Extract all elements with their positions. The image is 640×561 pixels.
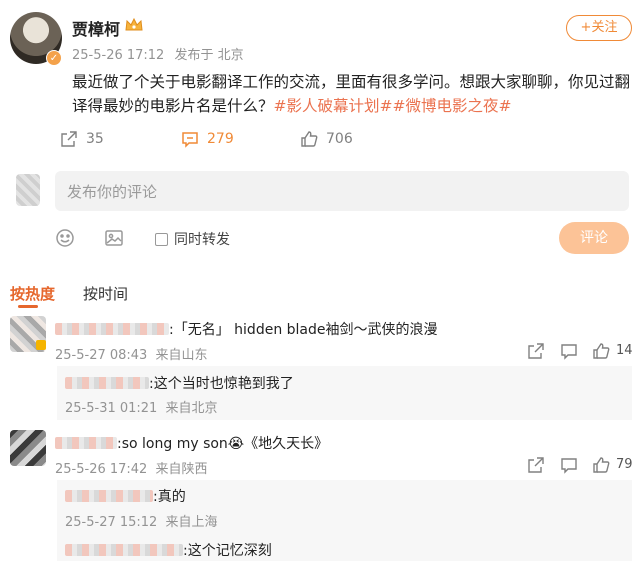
comment-line: :so long my son😭《地久天长》 — [55, 433, 328, 453]
submit-comment-button[interactable]: 评论 — [559, 222, 629, 254]
commenter-name[interactable] — [55, 437, 117, 449]
reply-line: :这个记忆深刻 — [65, 540, 272, 560]
comment-text: :「无名」 hidden blade袖剑～武侠的浪漫 — [169, 322, 438, 338]
my-avatar — [16, 174, 40, 206]
member-badge-icon — [36, 340, 46, 350]
author-name[interactable]: 贾樟柯 — [72, 16, 120, 40]
comment-icon — [182, 132, 198, 148]
post-text: 最近做了个关于电影翻译工作的交流，里面有很多学问。想跟大家聊聊，你见过翻译得最妙… — [72, 70, 632, 118]
repost-checkbox[interactable]: 同时转发 — [155, 229, 230, 249]
like-count: 706 — [326, 131, 353, 147]
verified-badge-icon: ✓ — [46, 50, 62, 66]
reply-meta: 25-5-27 15:12 来自上海 — [65, 511, 218, 530]
reply-line: :真的 — [65, 486, 186, 506]
reply-meta: 25-5-31 01:21 来自北京 — [65, 397, 218, 416]
comment-actions: 79 — [527, 456, 633, 474]
comment-location: 来自山东 — [155, 348, 208, 363]
reply-line: :这个当时也惊艳到我了 — [65, 373, 294, 393]
reply-text: :这个记忆深刻 — [183, 543, 272, 559]
repost-count: 35 — [86, 131, 104, 147]
comment-location: 来自陕西 — [155, 462, 208, 477]
comment-action[interactable]: 279 — [181, 130, 234, 148]
reply-time: 25-5-31 01:21 — [65, 401, 158, 416]
share-icon[interactable] — [527, 456, 545, 474]
post-source: 发布于 北京 — [174, 48, 244, 63]
share-icon — [61, 131, 77, 147]
thumbs-up-icon[interactable] — [592, 342, 610, 360]
comment-like-count: 14 — [616, 343, 633, 358]
topic-link[interactable]: #影人破幕计划# — [274, 97, 393, 115]
repost-action[interactable]: 35 — [60, 130, 104, 148]
comment-actions: 14 — [527, 342, 633, 360]
topic-link[interactable]: #微博电影之夜# — [393, 97, 512, 115]
thumbs-up-icon[interactable] — [592, 456, 610, 474]
reply-block: :真的 25-5-27 15:12 来自上海 :这个记忆深刻 — [57, 480, 632, 561]
replier-name[interactable] — [65, 377, 149, 389]
comment-time: 25-5-27 08:43 — [55, 348, 148, 363]
reply-location: 来自上海 — [165, 515, 218, 530]
reply-location: 来自北京 — [165, 401, 218, 416]
like-action[interactable]: 706 — [300, 130, 353, 148]
comment-line: :「无名」 hidden blade袖剑～武侠的浪漫 — [55, 319, 438, 339]
comment-input[interactable]: 发布你的评论 — [55, 171, 629, 211]
post-meta: 25-5-26 17:12 发布于 北京 — [72, 44, 244, 63]
checkbox-icon[interactable] — [155, 232, 168, 246]
vip-crown-icon — [125, 17, 143, 31]
comment-count: 279 — [207, 131, 234, 147]
comment-meta: 25-5-26 17:42 来自陕西 — [55, 458, 208, 477]
emoji-icon[interactable] — [55, 228, 75, 248]
comment-text: :so long my son😭《地久天长》 — [117, 436, 329, 452]
commenter-name[interactable] — [55, 323, 169, 335]
reply-block: :这个当时也惊艳到我了 25-5-31 01:21 来自北京 — [57, 366, 632, 420]
replier-name[interactable] — [65, 490, 153, 502]
comment-icon[interactable] — [560, 456, 578, 474]
post-time[interactable]: 25-5-26 17:12 — [72, 48, 164, 63]
comment-like-count: 79 — [616, 457, 633, 472]
reply-text: :这个当时也惊艳到我了 — [149, 376, 294, 392]
comment-icon[interactable] — [560, 342, 578, 360]
reply-time: 25-5-27 15:12 — [65, 515, 158, 530]
share-icon[interactable] — [527, 342, 545, 360]
repost-label: 同时转发 — [174, 232, 230, 248]
tab-sort-hot[interactable]: 按热度 — [10, 283, 55, 304]
comment-meta: 25-5-27 08:43 来自山东 — [55, 344, 208, 363]
comment-time: 25-5-26 17:42 — [55, 462, 148, 477]
thumbs-up-icon — [301, 131, 318, 147]
image-icon[interactable] — [104, 228, 124, 248]
reply-text: :真的 — [153, 489, 186, 505]
commenter-avatar[interactable] — [10, 430, 46, 466]
replier-name[interactable] — [65, 544, 183, 556]
tab-sort-time[interactable]: 按时间 — [83, 283, 128, 304]
active-tab-indicator — [18, 305, 38, 308]
follow-button[interactable]: +关注 — [566, 15, 632, 41]
